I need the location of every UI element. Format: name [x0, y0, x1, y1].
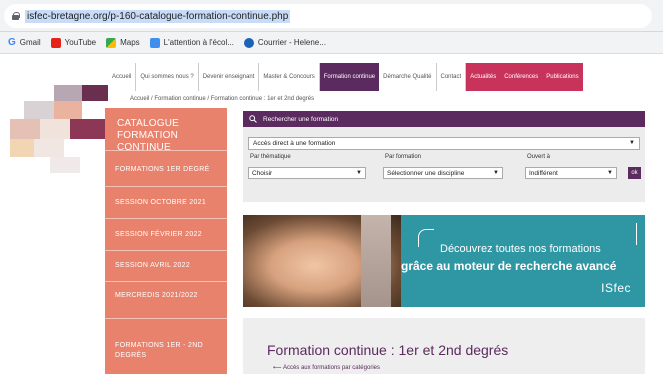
google-icon: G — [8, 37, 16, 48]
bookmark-maps[interactable]: Maps — [106, 37, 140, 48]
isfec-logo: ISfec — [601, 281, 631, 295]
categories-link[interactable]: ⟵ Accès aux formations par catégories — [273, 364, 380, 371]
maps-icon — [106, 37, 117, 48]
sidebar-item-session-fevrier[interactable]: SESSION FÉVRIER 2022 — [115, 231, 202, 238]
decorative-squares — [10, 85, 110, 185]
direct-access-select[interactable]: Accès direct à une formation ▼ — [248, 137, 640, 150]
select-formation[interactable]: Sélectionner une discipline ▼ — [383, 167, 503, 179]
sidebar-item-degres[interactable]: DEGRÉS — [115, 352, 146, 359]
catalogue-sidebar: CATALOGUE FORMATION CONTINUE FORMATIONS … — [105, 108, 227, 374]
sidebar-item-session-octobre[interactable]: SESSION OCTOBRE 2021 — [115, 199, 206, 206]
bookmark-courrier[interactable]: Courrier - Helene... — [243, 37, 326, 48]
bookmark-page-icon — [149, 37, 160, 48]
banner-line2: grâce au moteur de recherche avancé — [401, 259, 617, 273]
chevron-down-icon: ▼ — [629, 140, 635, 146]
sidebar-title: CATALOGUE FORMATION CONTINUE — [117, 118, 179, 153]
sidebar-item-formations-1er-2nd[interactable]: FORMATIONS 1ER - 2ND — [115, 342, 203, 349]
nav-conferences[interactable]: Conférences — [500, 63, 543, 91]
nav-formation-continue[interactable]: Formation continue — [319, 63, 380, 91]
sidebar-divider — [105, 218, 227, 219]
banner-line1: Découvrez toutes nos formations — [440, 243, 601, 255]
address-bar[interactable]: isfec-bretagne.org/p-160-catalogue-forma… — [0, 0, 663, 32]
main-nav: Accueil Qui sommes nous ? Devenir enseig… — [108, 63, 583, 91]
bookmark-gmail[interactable]: G Gmail — [8, 37, 41, 48]
nav-demarche-qualite[interactable]: Démarche Qualité — [379, 63, 437, 91]
nav-actualites[interactable]: Actualités — [466, 63, 501, 91]
content-section: Formation continue : 1er et 2nd degrés ⟵… — [243, 318, 645, 374]
chevron-down-icon: ▼ — [493, 170, 499, 176]
bookmark-youtube[interactable]: YouTube — [50, 37, 96, 48]
background-person-photo — [361, 215, 391, 307]
label-ouvert-a: Ouvert à — [527, 154, 551, 160]
sidebar-divider — [105, 250, 227, 251]
search-panel: Accès direct à une formation ▼ — [243, 127, 645, 202]
arrow-left-icon: ⟵ — [273, 365, 283, 371]
sidebar-item-mercredis[interactable]: MERCREDIS 2021/2022 — [115, 292, 198, 299]
search-icon — [249, 115, 257, 123]
bookmarks-bar: G Gmail YouTube Maps L'attention à l'écol… — [0, 32, 663, 54]
youtube-icon — [50, 37, 61, 48]
decorative-arrow-icon — [418, 229, 434, 247]
decorative-line — [636, 223, 637, 245]
select-thematique[interactable]: Choisir ▼ — [248, 167, 366, 179]
promo-banner[interactable]: Découvrez toutes nos formations grâce au… — [243, 215, 645, 307]
chevron-down-icon: ▼ — [356, 170, 362, 176]
sidebar-divider — [105, 186, 227, 187]
nav-publications[interactable]: Publications — [542, 63, 583, 91]
sidebar-item-session-avril[interactable]: SESSION AVRIL 2022 — [115, 262, 190, 269]
label-par-formation: Par formation — [385, 154, 422, 160]
nav-master-concours[interactable]: Master & Concours — [259, 63, 320, 91]
breadcrumb[interactable]: Accueil / Formation continue / Formation… — [130, 96, 314, 102]
nav-contact[interactable]: Contact — [437, 63, 467, 91]
nav-qui-sommes-nous[interactable]: Qui sommes nous ? — [136, 63, 199, 91]
ok-button[interactable]: ok — [628, 167, 641, 179]
url-field[interactable]: isfec-bretagne.org/p-160-catalogue-forma… — [4, 4, 652, 28]
page-title: Formation continue : 1er et 2nd degrés — [267, 342, 509, 358]
sidebar-divider — [105, 150, 227, 151]
mail-icon — [243, 37, 254, 48]
chevron-down-icon: ▼ — [607, 170, 613, 176]
sidebar-item-formations-1er[interactable]: FORMATIONS 1ER DEGRÉ — [115, 166, 210, 173]
sidebar-divider — [105, 281, 227, 282]
sidebar-divider — [105, 318, 227, 319]
bookmark-attention[interactable]: L'attention à l'écol... — [149, 37, 234, 48]
label-par-thematique: Par thématique — [250, 154, 291, 160]
url-text[interactable]: isfec-bretagne.org/p-160-catalogue-forma… — [25, 9, 291, 23]
search-header: Rechercher une formation — [243, 111, 645, 127]
lock-icon — [12, 12, 20, 20]
select-ouvert-a[interactable]: Indifférent ▼ — [525, 167, 617, 179]
search-header-label: Rechercher une formation — [263, 115, 339, 123]
web-page: Accueil Qui sommes nous ? Devenir enseig… — [0, 55, 663, 374]
nav-devenir-enseignant[interactable]: Devenir enseignant — [199, 63, 260, 91]
nav-accueil[interactable]: Accueil — [108, 63, 137, 91]
